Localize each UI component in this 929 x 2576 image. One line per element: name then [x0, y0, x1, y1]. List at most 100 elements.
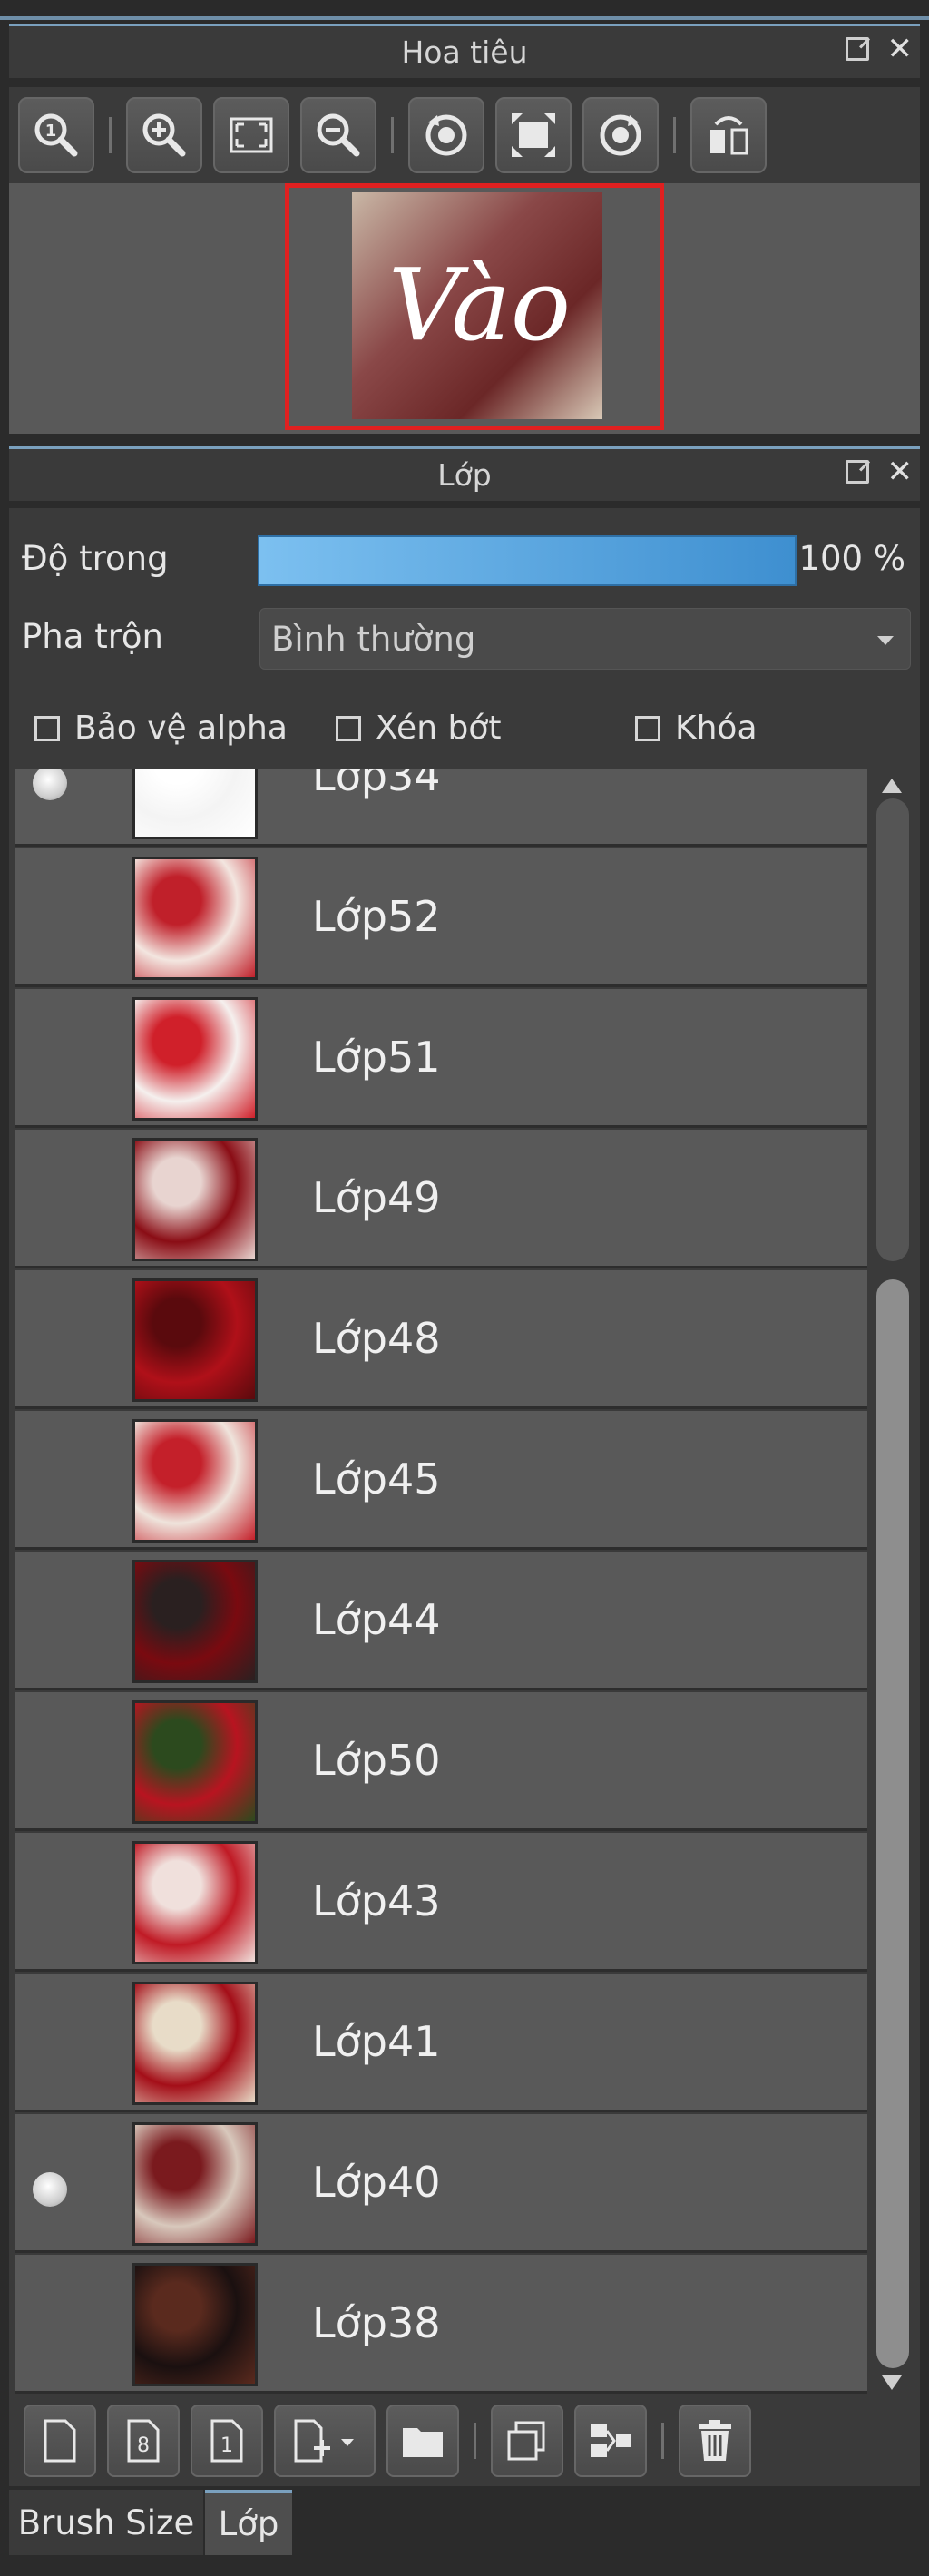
visibility-toggle-icon[interactable]	[33, 2172, 67, 2207]
layer-row[interactable]: Lớp44	[15, 1552, 867, 1690]
layer-thumbnail	[132, 2122, 258, 2246]
new-layer-button[interactable]	[24, 2405, 96, 2477]
fullscreen-button[interactable]	[495, 97, 572, 173]
layer-thumbnail	[132, 1700, 258, 1824]
layer-name: Lớp48	[312, 1314, 441, 1363]
new-page-icon	[44, 2419, 76, 2463]
zoom-in-button[interactable]	[126, 97, 202, 173]
layer-name: Lớp45	[312, 1455, 441, 1503]
layer-thumbnail	[132, 1419, 258, 1543]
clip-label: Xén bớt	[376, 710, 502, 747]
navigator-title: Hoa tiêu	[401, 34, 528, 70]
delete-layer-button[interactable]	[679, 2405, 751, 2477]
toolbar-separator	[673, 117, 676, 153]
layer-list: Lớp34 Lớp52 Lớp51 Lớp49 Lớp48 Lớp45 Lớp44 Lớp50…	[15, 769, 867, 2395]
close-icon[interactable]: ✕	[887, 34, 914, 64]
new-folder-button[interactable]	[386, 2405, 459, 2477]
rotate-left-button[interactable]	[408, 97, 484, 173]
navigator-title-bar: Hoa tiêu ✕	[9, 24, 920, 78]
layer-thumbnail	[132, 1560, 258, 1683]
navigator-preview[interactable]: Vào	[9, 183, 920, 434]
svg-text:1: 1	[45, 122, 57, 141]
merge-down-button[interactable]	[574, 2405, 647, 2477]
fit-screen-icon	[230, 117, 273, 153]
layer-row[interactable]: Lớp50	[15, 1692, 867, 1831]
zoom-1-icon: 1	[34, 113, 78, 157]
layer-row[interactable]: Lớp51	[15, 989, 867, 1128]
layer-actions-toolbar: 8 1	[9, 2395, 920, 2486]
layer-row[interactable]: Lớp49	[15, 1130, 867, 1268]
new-8bit-layer-button[interactable]: 8	[107, 2405, 180, 2477]
scroll-thumb[interactable]	[876, 1279, 909, 2368]
duplicate-icon	[507, 2421, 545, 2461]
rotate-right-icon	[600, 114, 641, 156]
layer-thumbnail	[132, 1841, 258, 1964]
lock-checkbox[interactable]: Khóa	[635, 710, 758, 747]
zoom-out-button[interactable]	[300, 97, 376, 173]
flip-icon	[710, 116, 748, 155]
panel-tabs: Brush Size Lớp	[0, 2486, 929, 2576]
layer-8bit-icon: 8	[127, 2419, 160, 2463]
checkbox-box	[635, 715, 660, 741]
rotate-right-button[interactable]	[582, 97, 659, 173]
layer-scrollbar[interactable]	[871, 771, 914, 2397]
fit-to-window-button[interactable]	[213, 97, 289, 173]
layer-row[interactable]: Lớp45	[15, 1411, 867, 1550]
layer-name: Lớp49	[312, 1173, 441, 1222]
checkbox-box	[336, 715, 361, 741]
rotate-left-icon	[425, 114, 467, 156]
protect-alpha-label: Bảo vệ alpha	[74, 710, 288, 747]
layer-name: Lớp41	[312, 2017, 441, 2066]
layer-name: Lớp40	[312, 2158, 441, 2207]
layer-row[interactable]: Lớp43	[15, 1833, 867, 1972]
chevron-down-icon	[877, 636, 894, 645]
protect-alpha-checkbox[interactable]: Bảo vệ alpha	[34, 710, 288, 747]
layer-thumbnail	[132, 1138, 258, 1261]
scroll-up-arrow-icon[interactable]	[882, 779, 902, 793]
tab-brush-size[interactable]: Brush Size	[9, 2490, 203, 2555]
zoom-actual-size-button[interactable]: 1	[18, 97, 94, 173]
layers-title-bar: Lớp ✕	[9, 446, 920, 501]
layer-name: Lớp44	[312, 1595, 441, 1644]
svg-text:8: 8	[137, 2434, 150, 2457]
add-layer-menu-button[interactable]	[274, 2405, 376, 2477]
layer-row[interactable]: Lớp48	[15, 1270, 867, 1409]
svg-text:1: 1	[220, 2434, 233, 2457]
zoom-in-icon	[142, 113, 186, 157]
layer-thumbnail	[132, 2263, 258, 2386]
popout-icon[interactable]	[844, 35, 871, 63]
blend-mode-select[interactable]: Bình thường	[259, 608, 911, 670]
popout-icon[interactable]	[844, 458, 871, 485]
layer-row[interactable]: Lớp34	[15, 769, 867, 847]
layer-name: Lớp43	[312, 1876, 441, 1925]
tab-layers[interactable]: Lớp	[205, 2490, 292, 2555]
opacity-value: 100 %	[798, 539, 905, 578]
layers-panel: Độ trong 100 % Pha trộn Bình thường Bảo …	[9, 508, 920, 2477]
toolbar-separator	[474, 2423, 476, 2459]
layer-thumbnail	[132, 1278, 258, 1402]
trash-icon	[699, 2420, 731, 2461]
layer-name: Lớp50	[312, 1736, 441, 1785]
layer-thumbnail	[132, 769, 258, 839]
scroll-track-upper	[876, 798, 909, 1261]
tab-layers-label: Lớp	[218, 2504, 279, 2543]
duplicate-layer-button[interactable]	[491, 2405, 563, 2477]
layer-row[interactable]: Lớp40	[15, 2114, 867, 2253]
blend-label: Pha trộn	[22, 617, 164, 656]
layer-name: Lớp52	[312, 892, 441, 941]
layer-row[interactable]: Lớp52	[15, 848, 867, 987]
navigator-toolbar: 1	[9, 87, 920, 183]
toolbar-separator	[391, 117, 394, 153]
clip-checkbox[interactable]: Xén bớt	[336, 710, 501, 747]
viewport-frame[interactable]	[285, 183, 664, 430]
close-icon[interactable]: ✕	[887, 456, 914, 487]
flip-horizontal-button[interactable]	[690, 97, 767, 173]
opacity-slider[interactable]	[258, 535, 797, 586]
new-1bit-layer-button[interactable]: 1	[191, 2405, 263, 2477]
visibility-toggle-icon[interactable]	[33, 769, 67, 800]
scroll-down-arrow-icon[interactable]	[882, 2375, 902, 2390]
layer-row[interactable]: Lớp38	[15, 2255, 867, 2394]
tab-brush-size-label: Brush Size	[17, 2503, 195, 2542]
layer-row[interactable]: Lớp41	[15, 1974, 867, 2112]
layer-name: Lớp34	[312, 769, 441, 800]
